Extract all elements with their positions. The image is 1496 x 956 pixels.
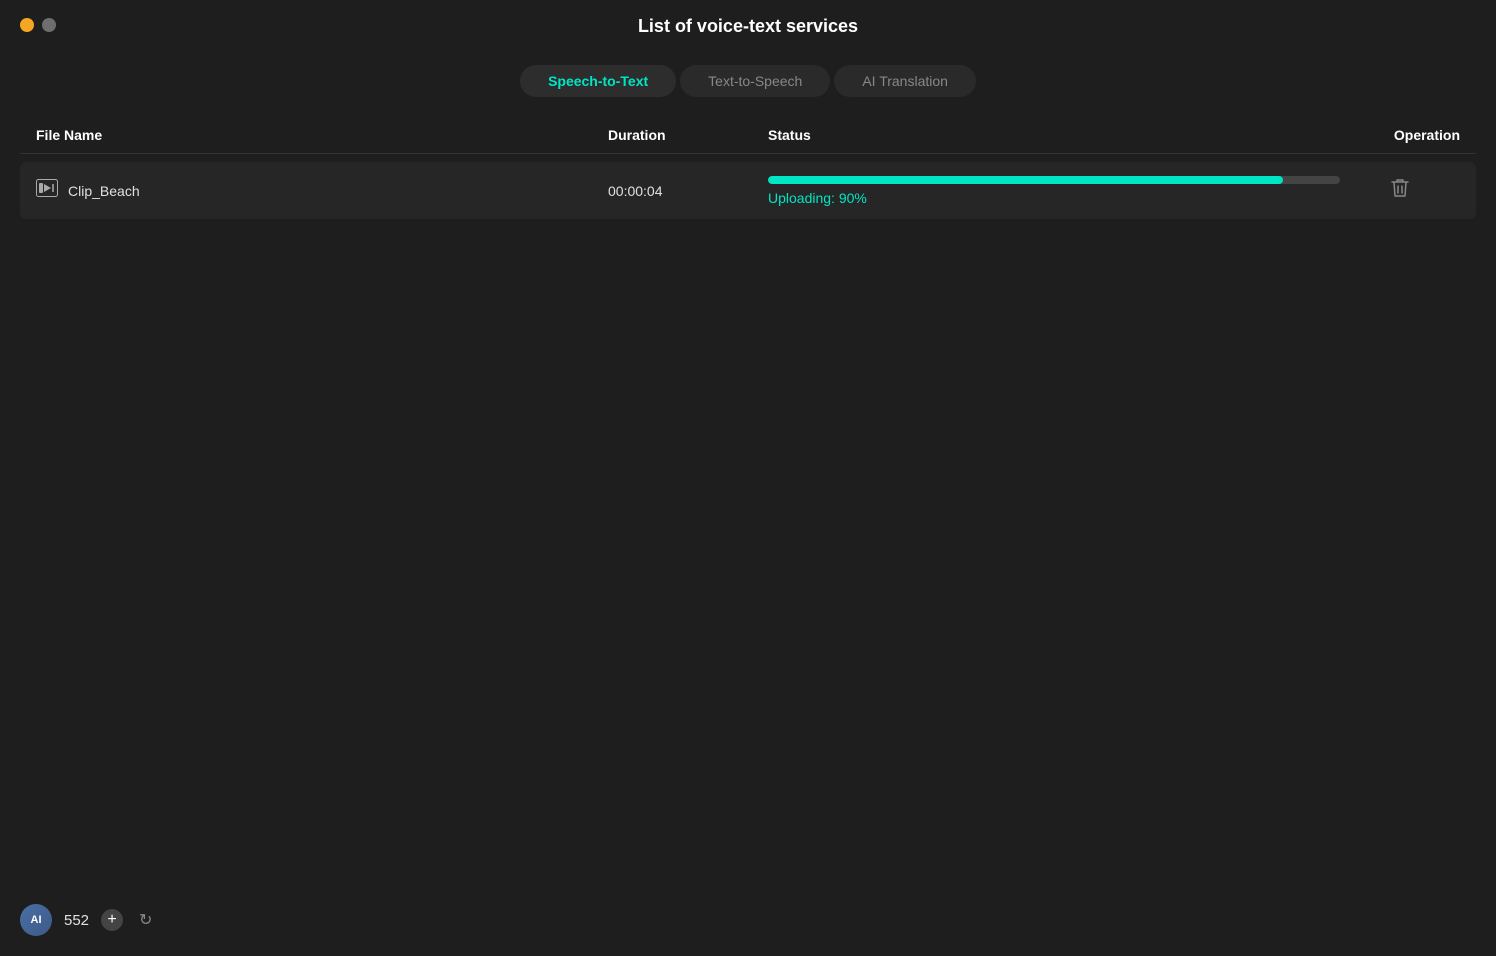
- file-icon: [36, 179, 58, 202]
- title-bar: List of voice-text services: [0, 0, 1496, 49]
- table-header: File Name Duration Status Operation: [20, 117, 1476, 154]
- delete-button[interactable]: [1383, 174, 1417, 207]
- ai-badge: AI: [20, 904, 52, 936]
- bottom-bar: AI 552 + ↻: [20, 904, 156, 936]
- file-name-text: Clip_Beach: [68, 183, 140, 199]
- refresh-button[interactable]: ↻: [135, 906, 156, 934]
- status-cell: Uploading: 90%: [768, 176, 1340, 206]
- column-header-duration: Duration: [608, 127, 768, 143]
- status-text: Uploading: 90%: [768, 190, 1340, 206]
- duration-cell: 00:00:04: [608, 183, 768, 199]
- page-title: List of voice-text services: [638, 16, 858, 37]
- tab-ai-translation[interactable]: AI Translation: [834, 65, 976, 97]
- file-name-cell: Clip_Beach: [36, 179, 608, 202]
- add-credits-button[interactable]: +: [101, 909, 123, 931]
- credits-count: 552: [64, 912, 89, 929]
- progress-bar-container: [768, 176, 1340, 184]
- tabs-container: Speech-to-Text Text-to-Speech AI Transla…: [0, 65, 1496, 97]
- close-button[interactable]: [20, 18, 34, 32]
- column-header-operation: Operation: [1340, 127, 1460, 143]
- tab-text-to-speech[interactable]: Text-to-Speech: [680, 65, 830, 97]
- tab-speech-to-text[interactable]: Speech-to-Text: [520, 65, 676, 97]
- minimize-button[interactable]: [42, 18, 56, 32]
- table-row: Clip_Beach 00:00:04 Uploading: 90%: [20, 162, 1476, 219]
- progress-bar-fill: [768, 176, 1283, 184]
- window-controls: [20, 18, 56, 32]
- column-header-status: Status: [768, 127, 1340, 143]
- column-header-filename: File Name: [36, 127, 608, 143]
- operation-cell: [1340, 174, 1460, 207]
- table-container: File Name Duration Status Operation Clip…: [0, 117, 1496, 219]
